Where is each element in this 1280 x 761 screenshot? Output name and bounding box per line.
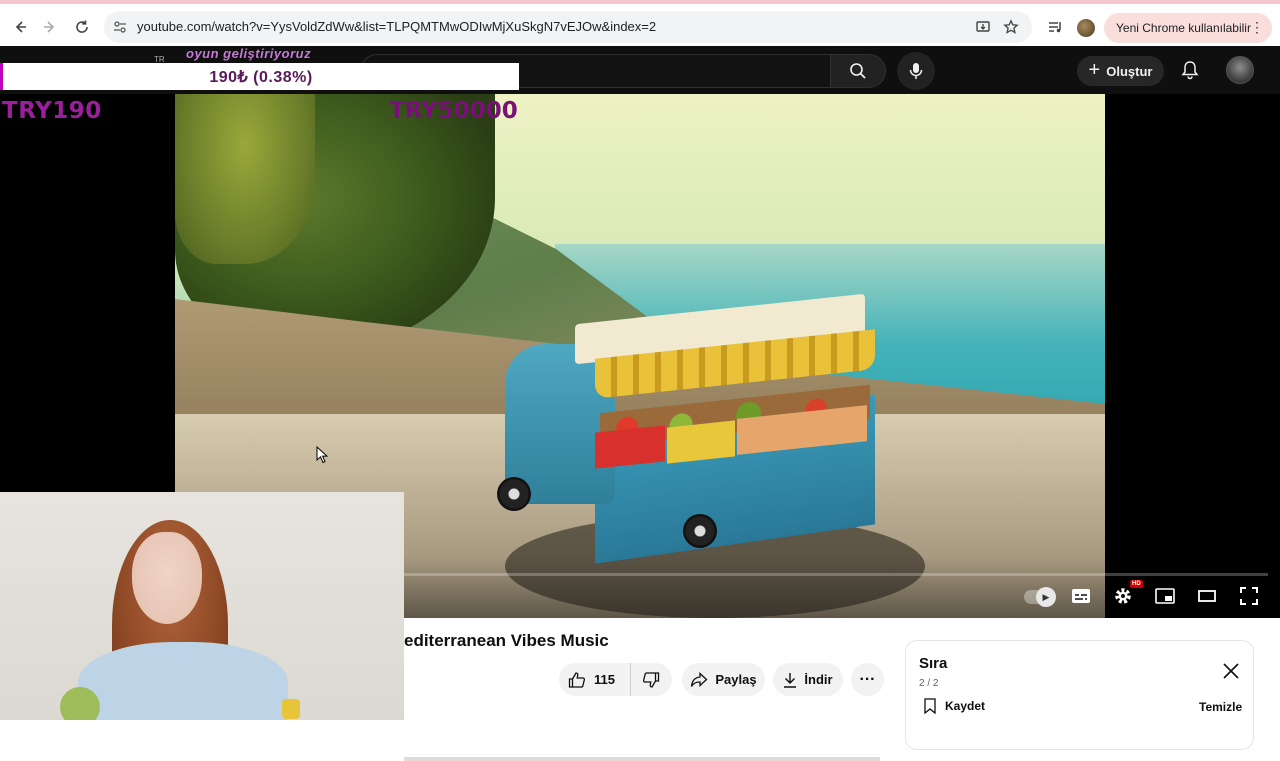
video-crate-red	[595, 425, 665, 469]
like-count: 115	[594, 672, 615, 687]
donation-goal-bar: 190₺ (0.38%)	[0, 63, 519, 90]
webcam-plant	[60, 687, 100, 720]
autoplay-toggle[interactable]: ▶	[1024, 587, 1056, 607]
share-button[interactable]: Paylaş	[682, 663, 765, 696]
reload-icon[interactable]	[68, 13, 96, 41]
video-wheel-rear	[683, 514, 717, 548]
bell-icon[interactable]	[1178, 58, 1202, 82]
plus-icon: +	[1088, 58, 1101, 81]
video-tree-highlight	[175, 94, 315, 264]
donation-goal-current: TRY190	[2, 98, 102, 124]
video-wheel-front	[497, 477, 531, 511]
miniplayer-icon[interactable]	[1150, 581, 1180, 611]
webcam-overlay	[0, 492, 404, 720]
menu-dots-icon[interactable]: ⋮	[1250, 19, 1264, 36]
subtitles-icon[interactable]	[1066, 581, 1096, 611]
avatar[interactable]	[1226, 56, 1254, 84]
video-crate-yellow	[667, 420, 735, 464]
bookmark-star-icon[interactable]	[1002, 18, 1020, 36]
share-label: Paylaş	[715, 672, 757, 687]
stream-overlay-caption: oyun geliştiriyoruz	[186, 46, 312, 61]
close-icon[interactable]	[1222, 662, 1240, 680]
thumbs-up-icon	[568, 671, 586, 688]
video-title: editerranean Vibes Music	[404, 631, 609, 650]
media-control-icon[interactable]	[1045, 17, 1065, 37]
like-button[interactable]: 115	[559, 663, 631, 696]
search-button[interactable]	[830, 54, 886, 88]
queue-save-button[interactable]: Kaydet	[924, 698, 985, 714]
queue-count: 2 / 2	[919, 678, 939, 689]
webcam-person-face	[132, 532, 202, 624]
thumbs-down-icon	[642, 671, 660, 688]
url-text[interactable]: youtube.com/watch?v=YysVoldZdWw&list=TLP…	[137, 19, 656, 34]
download-button[interactable]: İndir	[773, 663, 843, 696]
queue-panel	[905, 640, 1254, 750]
bookmark-icon	[924, 698, 936, 714]
donation-goal-target: TRY50000	[389, 98, 518, 124]
forward-icon[interactable]	[36, 13, 64, 41]
search-icon	[850, 63, 866, 79]
youtube-header: + Oluştur oyun geliştiriyoruz TR 190₺ (0…	[0, 46, 1280, 94]
create-label: Oluştur	[1106, 63, 1153, 79]
dislike-button[interactable]	[631, 663, 671, 696]
theater-mode-icon[interactable]	[1192, 581, 1222, 611]
queue-title: Sıra	[919, 655, 948, 672]
share-icon	[691, 671, 708, 687]
download-label: İndir	[804, 672, 833, 687]
browser-toolbar: youtube.com/watch?v=YysVoldZdWw&list=TLP…	[0, 0, 1280, 46]
create-button[interactable]: + Oluştur	[1077, 56, 1164, 86]
back-icon[interactable]	[6, 13, 34, 41]
install-icon[interactable]	[974, 18, 992, 36]
mouse-cursor-icon	[316, 446, 328, 464]
queue-clear-button[interactable]: Temizle	[1199, 700, 1242, 714]
fullscreen-icon[interactable]	[1234, 581, 1264, 611]
like-dislike-group: 115	[559, 663, 672, 696]
site-info-icon[interactable]	[112, 19, 128, 35]
webcam-person-shirt	[78, 642, 288, 720]
address-bar[interactable]: youtube.com/watch?v=YysVoldZdWw&list=TLP…	[104, 11, 1032, 43]
chrome-update-button[interactable]: Yeni Chrome kullanılabilir ⋮	[1104, 13, 1272, 43]
play-icon: ▶	[1036, 587, 1056, 607]
video-progress-bar[interactable]	[404, 573, 1268, 576]
hd-badge: HD	[1130, 580, 1143, 588]
profile-icon[interactable]	[1077, 19, 1095, 37]
description-strip	[404, 757, 880, 761]
queue-save-label: Kaydet	[945, 699, 986, 713]
download-icon	[784, 672, 797, 688]
more-actions-button[interactable]: ···	[851, 663, 884, 696]
chrome-update-label: Yeni Chrome kullanılabilir	[1116, 21, 1251, 35]
microphone-icon	[909, 63, 923, 79]
voice-search-button[interactable]	[897, 52, 935, 90]
webcam-yellow-object	[282, 699, 300, 719]
